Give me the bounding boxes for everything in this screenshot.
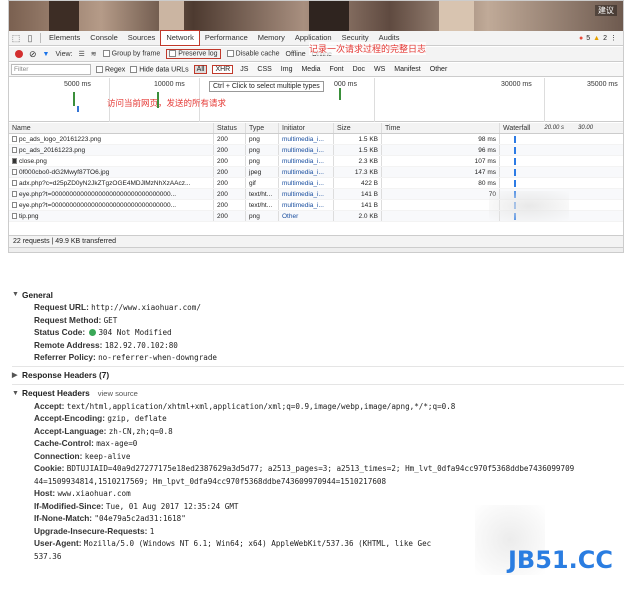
filter-type-img[interactable]: Img: [279, 66, 295, 73]
header-row-continued: 44=1509934814,1510217569; Hm_lpvt_0dfa94…: [34, 476, 387, 486]
console-drawer: [9, 247, 623, 252]
annotation-requests: 访问当前网页，发送的所有请求: [107, 98, 227, 108]
group-by-frame-checkbox[interactable]: Group by frame: [102, 50, 160, 58]
warning-count[interactable]: 2: [603, 35, 607, 42]
overview-tick: [73, 92, 75, 106]
col-initiator[interactable]: Initiator: [279, 123, 334, 133]
device-toolbar-icon[interactable]: ▯: [23, 31, 37, 45]
overview-label: 5000 ms: [64, 81, 91, 88]
expanded-triangle-icon: ▼: [12, 291, 19, 298]
header-row: Cache-Control: max-age=0: [34, 438, 138, 448]
overview-icon[interactable]: ≋: [91, 50, 97, 58]
filter-type-css[interactable]: CSS: [255, 66, 273, 73]
overview-label: 10000 ms: [154, 81, 185, 88]
filter-icon[interactable]: ▼: [43, 51, 50, 58]
header-row: Status Code: 304 Not Modified: [34, 327, 172, 337]
overview-label: 000 ms: [334, 81, 357, 88]
throttle-offline[interactable]: Offline: [286, 51, 306, 58]
header-row: Accept: text/html,application/xhtml+xml,…: [34, 400, 456, 411]
file-icon: [12, 180, 17, 187]
inspect-icon[interactable]: ⬚: [9, 31, 23, 45]
timeline-overview[interactable]: 5000 ms 10000 ms 000 ms 30000 ms 35000 m…: [9, 78, 623, 122]
disable-cache-checkbox[interactable]: Disable cache: [226, 50, 280, 58]
expanded-triangle-icon: ▼: [12, 389, 19, 397]
filter-type-other[interactable]: Other: [428, 66, 450, 73]
network-statusbar: 22 requests | 49.9 KB transferred: [9, 235, 623, 247]
col-size[interactable]: Size: [334, 123, 382, 133]
clear-icon[interactable]: ⊘: [29, 49, 37, 60]
preserve-log-checkbox[interactable]: Preserve log: [166, 49, 221, 59]
col-status[interactable]: Status: [214, 123, 246, 133]
tab-memory[interactable]: Memory: [253, 31, 290, 45]
file-icon: [12, 169, 17, 176]
file-icon: [12, 158, 17, 165]
overview-tick: [339, 88, 341, 100]
file-icon: [12, 202, 17, 209]
col-type[interactable]: Type: [246, 123, 279, 133]
overview-label: 35000 ms: [587, 81, 618, 88]
filter-type-ws[interactable]: WS: [372, 66, 387, 73]
col-waterfall[interactable]: Waterfall 20.00 s 30.00: [500, 123, 623, 133]
filter-input[interactable]: Filter: [11, 64, 91, 75]
regex-checkbox[interactable]: Regex: [96, 65, 125, 73]
file-icon: [12, 136, 17, 143]
col-name[interactable]: Name: [9, 123, 214, 133]
filter-type-js[interactable]: JS: [238, 66, 250, 73]
webpage-photo-strip: 建议: [9, 1, 623, 31]
filter-type-font[interactable]: Font: [328, 66, 346, 73]
annotation-log: 记录一次请求过程的完整日志: [309, 42, 427, 55]
header-row: Request URL: http://www.xiaohuar.com/: [34, 302, 201, 312]
tab-performance[interactable]: Performance: [200, 31, 253, 45]
header-row: Host: www.xiaohuar.com: [34, 488, 131, 498]
header-row: Cookie: BDTUJIAID=40a9d27277175e18ed2387…: [34, 463, 575, 473]
tab-network[interactable]: Network: [160, 30, 200, 46]
file-icon: [12, 213, 17, 220]
collapsed-triangle-icon: ▶: [12, 372, 18, 379]
table-row[interactable]: adx.php?c=d25pZD0yN2JkZTgzOGE4MDJlMzNhXz…: [9, 178, 623, 189]
view-source-link[interactable]: view source: [98, 389, 138, 398]
header-row: Accept-Encoding: gzip, deflate: [34, 413, 167, 423]
file-icon: [12, 191, 17, 198]
request-headers-section-header[interactable]: ▼ Request Headers view source: [12, 387, 624, 400]
general-section-header[interactable]: ▼ General: [12, 288, 624, 301]
table-header: Name Status Type Initiator Size Time Wat…: [9, 123, 623, 134]
filter-type-doc[interactable]: Doc: [351, 66, 367, 73]
col-time[interactable]: Time: [382, 123, 500, 133]
tab-console[interactable]: Console: [85, 31, 123, 45]
site-watermark: JB51.CC: [508, 546, 613, 574]
overview-label: 30000 ms: [501, 81, 532, 88]
header-row: Accept-Language: zh-CN,zh;q=0.8: [34, 425, 173, 436]
table-row[interactable]: 0f000cbo0-dG2Mwyf87TO6.jpg 200 jpeg mult…: [9, 167, 623, 178]
filter-type-media[interactable]: Media: [299, 66, 322, 73]
hide-data-urls-checkbox[interactable]: Hide data URLs: [130, 65, 189, 73]
table-row[interactable]: close.png 200 png multimedia_i... 2.3 KB…: [9, 156, 623, 167]
corner-tag: 建议: [595, 5, 617, 16]
error-count[interactable]: 5: [586, 35, 590, 42]
filter-tooltip: Ctrl + Click to select multiple types: [209, 81, 324, 92]
devtools-network-panel: 建议 ⬚ ▯ Elements Console Sources Network …: [8, 0, 624, 253]
table-row[interactable]: pc_ads_20161223.png 200 png multimedia_i…: [9, 145, 623, 156]
status-ok-icon: [89, 329, 97, 337]
header-row: Remote Address: 182.92.70.102:80: [34, 339, 178, 350]
more-menu-icon[interactable]: ⋮: [610, 34, 617, 42]
header-row: Request Method: GET: [34, 314, 118, 325]
filter-type-xhr[interactable]: XHR: [212, 65, 234, 74]
view-label: View:: [55, 50, 73, 58]
tab-sources[interactable]: Sources: [123, 31, 161, 45]
response-headers-section-header[interactable]: ▶ Response Headers (7): [12, 369, 624, 382]
filter-type-all[interactable]: All: [193, 65, 208, 74]
record-icon[interactable]: [15, 50, 23, 58]
tab-elements[interactable]: Elements: [44, 31, 85, 45]
filter-type-manifest[interactable]: Manifest: [392, 66, 422, 73]
overview-tick: [77, 106, 79, 112]
large-rows-icon[interactable]: ☰: [78, 50, 84, 58]
header-row: Connection: keep-alive: [34, 450, 131, 461]
file-icon: [12, 147, 17, 154]
filter-bar: Filter Regex Hide data URLs All XHR JS C…: [9, 63, 623, 77]
warning-icon: ▲: [593, 34, 601, 42]
error-icon: ●: [579, 34, 584, 42]
header-row: Referrer Policy: no-referrer-when-downgr…: [34, 352, 217, 362]
table-row[interactable]: pc_ads_logo_20161223.png 200 png multime…: [9, 134, 623, 145]
